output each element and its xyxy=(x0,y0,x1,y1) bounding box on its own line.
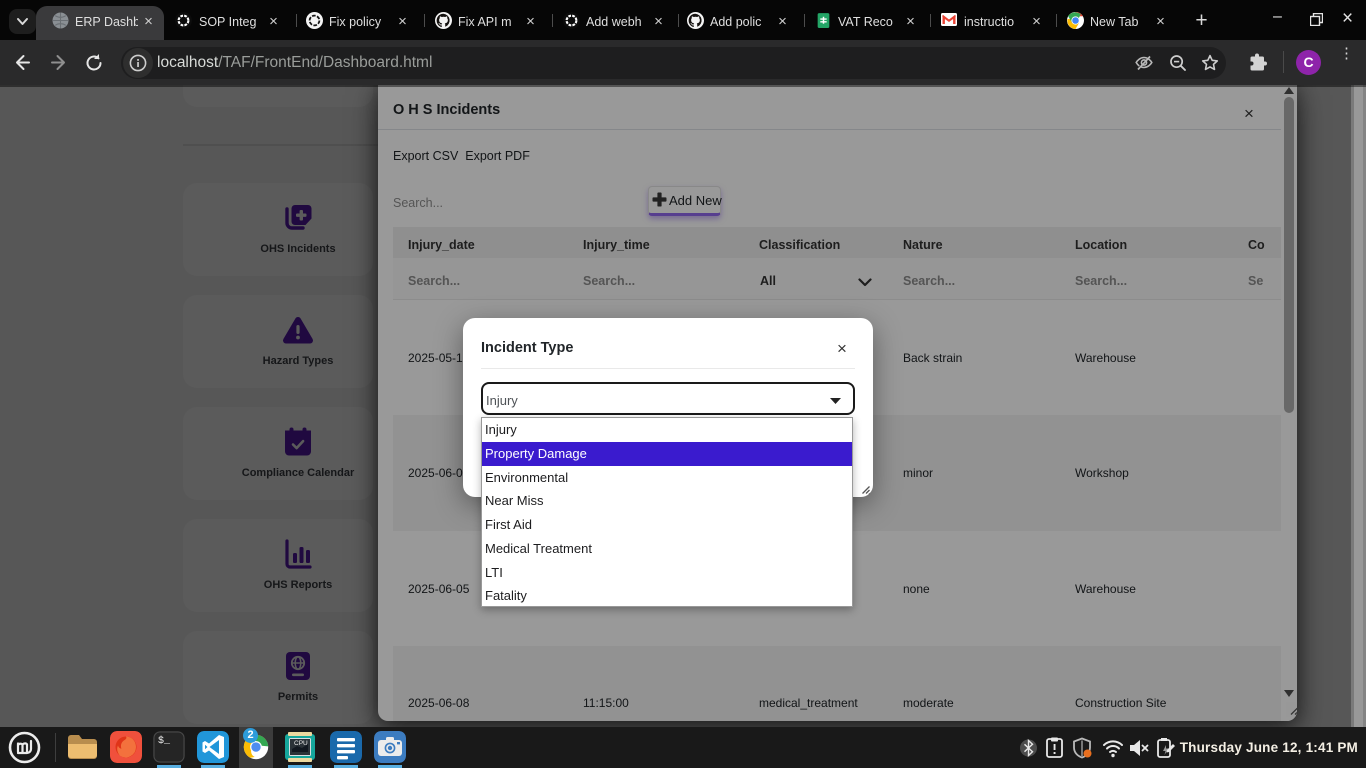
svg-text:$_: $_ xyxy=(158,735,171,747)
